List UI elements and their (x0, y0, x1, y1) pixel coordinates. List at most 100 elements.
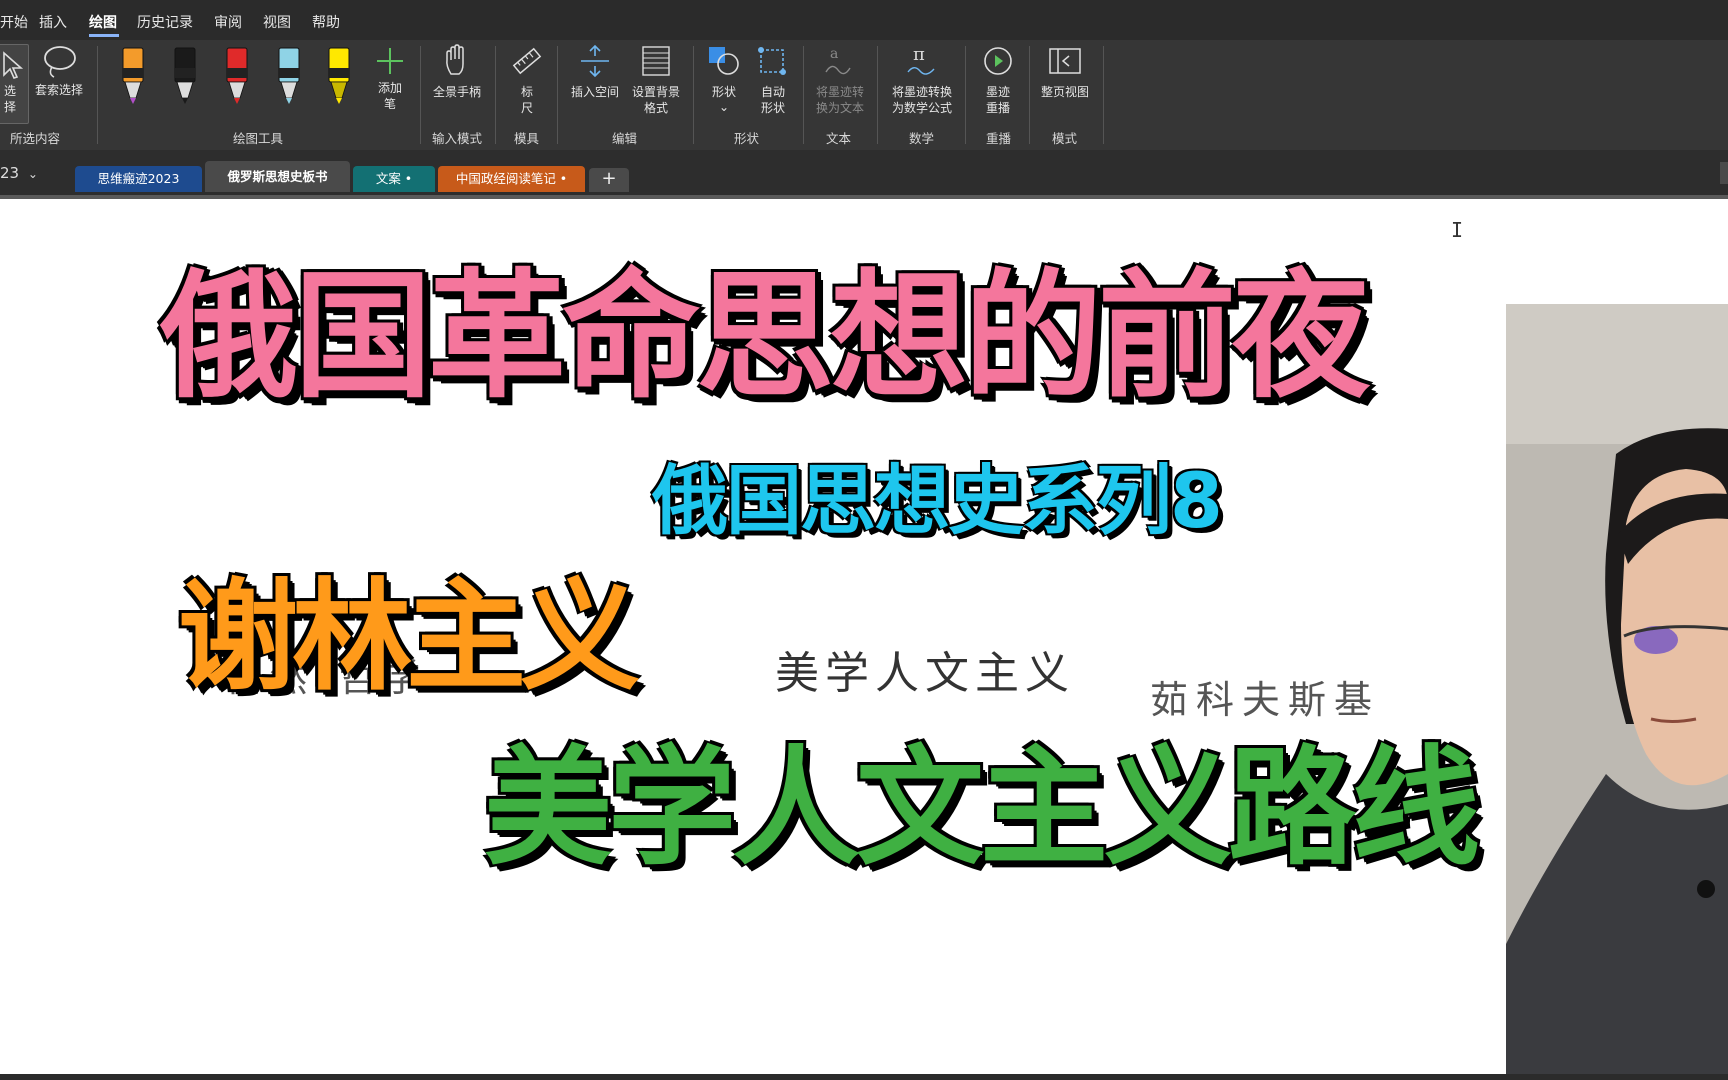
group-input-mode-label: 输入模式 (432, 131, 483, 146)
page-view-label: 整页视图 (1040, 85, 1089, 99)
menu-bar: 开始 插入 绘图 历史记录 审阅 视图 帮助 (0, 0, 1728, 40)
ink-to-text-icon: a (825, 46, 851, 75)
auto-shapes-label: 自动 形状 (760, 85, 785, 115)
draw-ribbon: 选 择 套索选择 所选内容 添加 笔 绘图工具 全景手柄 输入模式 标 尺 模具 (0, 40, 1728, 150)
replay-icon (984, 47, 1012, 75)
insert-space-label: 插入空间 (570, 85, 619, 99)
menu-view[interactable]: 视图 (263, 12, 291, 32)
svg-text:a: a (830, 46, 838, 62)
select-button[interactable]: 选 择 (0, 44, 29, 124)
pen-2-button[interactable] (172, 46, 198, 108)
shapes-button[interactable]: 形状 ⌄ (700, 44, 748, 116)
menu-history[interactable]: 历史记录 (137, 12, 193, 32)
pen-icon (122, 47, 144, 104)
ink-note-aesthetic-humanism: 美学人文主义 (775, 648, 1075, 699)
hand-icon (446, 44, 464, 75)
ribbon-divider (495, 46, 496, 144)
group-mode-label: 模式 (1052, 131, 1078, 146)
section-tabs-bar: 23 ⌄ 思维瘢迹2023 俄罗斯思想史板书 文案 • 中国政经阅读笔记 • + (0, 150, 1728, 195)
add-section-button[interactable]: + (589, 168, 629, 192)
group-text-label: 文本 (826, 131, 852, 146)
full-screen-hand-button[interactable]: 全景手柄 (426, 44, 488, 104)
onenote-window: 开始 插入 绘图 历史记录 审阅 视图 帮助 选 择 套索选择 所选内容 添加 … (0, 0, 1728, 1080)
page-view-button[interactable]: 整页视图 (1035, 44, 1095, 104)
route-heading: 美学人文主义路线 (484, 734, 1480, 883)
full-screen-hand-label: 全景手柄 (432, 85, 481, 99)
ruler-icon (512, 47, 542, 75)
auto-shapes-icon (758, 47, 786, 75)
pen-icon (174, 47, 196, 104)
shapes-label: 形状 (711, 85, 736, 99)
menu-review[interactable]: 审阅 (214, 12, 242, 32)
section-tab[interactable]: 文案 • (353, 166, 435, 192)
ribbon-divider (803, 46, 804, 144)
webcam-overlay (1506, 304, 1728, 1080)
page-background-button[interactable]: 设置背景 格式 (626, 44, 686, 116)
section-tab[interactable]: 中国政经阅读笔记 • (438, 166, 585, 192)
insert-space-button[interactable]: 插入空间 (566, 44, 624, 104)
ribbon-divider (97, 46, 98, 144)
pi-icon: π (907, 44, 935, 75)
notebook-dropdown[interactable]: 23 ⌄ (0, 164, 38, 182)
ribbon-divider (1029, 46, 1030, 144)
group-shapes-label: 形状 (734, 131, 760, 146)
group-math-label: 数学 (909, 131, 935, 146)
select-label: 选 择 (3, 84, 16, 114)
group-edit-label: 编辑 (612, 131, 638, 146)
menu-draw[interactable]: 绘图 (89, 12, 117, 32)
ribbon-divider (877, 46, 878, 144)
ink-to-text-button[interactable]: a 将墨迹转 换为文本 (808, 44, 872, 116)
notebook-name: 23 (0, 164, 20, 182)
group-drawing-tools-label: 绘图工具 (233, 131, 284, 146)
pen-5-button[interactable] (326, 46, 352, 108)
auto-shapes-button[interactable]: 自动 形状 (750, 44, 796, 116)
menu-insert[interactable]: 插入 (39, 12, 67, 32)
ink-replay-button[interactable]: 墨迹 重播 (972, 44, 1024, 116)
page-background-label: 设置背景 格式 (631, 85, 680, 115)
chevron-down-icon: ⌄ (718, 100, 730, 114)
lasso-label: 套索选择 (34, 83, 83, 97)
ruler-label: 标 尺 (520, 85, 533, 115)
page-background-icon (642, 46, 670, 76)
status-strip (0, 1074, 1728, 1080)
section-tab-active[interactable]: 俄罗斯思想史板书 (205, 161, 350, 192)
ribbon-divider (693, 46, 694, 144)
ink-to-math-label: 将墨迹转换 为数学公式 (891, 85, 952, 115)
menu-help[interactable]: 帮助 (312, 12, 340, 32)
ink-to-text-label: 将墨迹转 换为文本 (815, 85, 864, 115)
ribbon-divider (1103, 46, 1104, 144)
group-selection-label: 所选内容 (10, 131, 61, 146)
lasso-icon (44, 46, 76, 78)
svg-text:π: π (913, 44, 925, 65)
topic-heading: 谢林主义 (178, 568, 640, 707)
plus-icon (377, 48, 403, 74)
active-menu-indicator (89, 34, 119, 37)
page-view-icon (1049, 48, 1081, 74)
pen-3-button[interactable] (224, 46, 250, 108)
ribbon-divider (420, 46, 421, 144)
note-page-canvas[interactable]: “自然”哲学 茹科夫斯基 美学人文主义 如 俄国革命思想的前夜 俄国思想史系列8… (0, 199, 1728, 1080)
group-replay-label: 重播 (986, 131, 1012, 146)
insert-space-icon (581, 44, 609, 78)
title-overlay: 俄国革命思想的前夜 (160, 256, 1370, 417)
add-pen-button[interactable]: 添加 笔 (370, 44, 410, 114)
ribbon-divider (965, 46, 966, 144)
menu-home[interactable]: 开始 (0, 12, 28, 32)
presenter-video (1506, 304, 1728, 1080)
pen-1-button[interactable] (120, 46, 146, 108)
ink-replay-label: 墨迹 重播 (985, 85, 1010, 115)
ink-to-math-button[interactable]: π 将墨迹转换 为数学公式 (882, 44, 962, 116)
section-tab[interactable]: 思维瘢迹2023 (75, 166, 202, 192)
pen-icon (328, 47, 350, 104)
add-pen-label: 添加 笔 (377, 81, 402, 111)
pointer-icon (3, 51, 24, 79)
shapes-icon (709, 47, 739, 75)
ruler-button[interactable]: 标 尺 (505, 44, 549, 115)
pen-icon (226, 47, 248, 104)
pages-pane-toggle[interactable] (1720, 162, 1728, 184)
ribbon-divider (557, 46, 558, 144)
chevron-down-icon: ⌄ (27, 167, 38, 181)
pen-4-button[interactable] (276, 46, 302, 108)
lasso-select-button[interactable]: 套索选择 (32, 44, 86, 110)
text-cursor-icon: I (1451, 218, 1464, 242)
